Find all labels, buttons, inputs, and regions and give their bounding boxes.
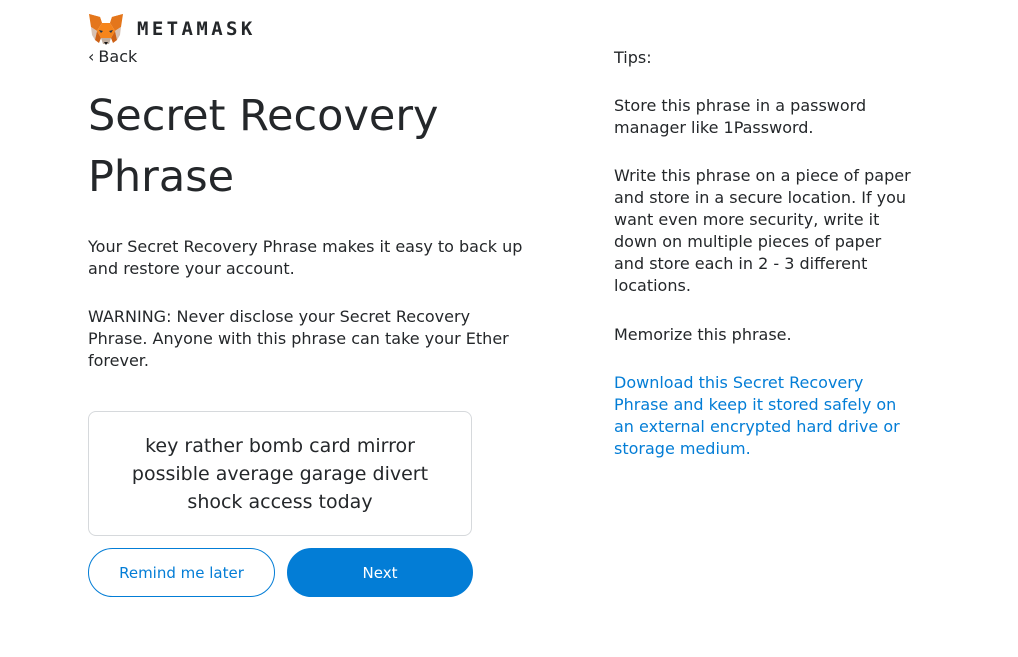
remind-me-later-button[interactable]: Remind me later: [88, 548, 275, 597]
tips-heading: Tips:: [614, 48, 652, 67]
page: METAMASK ‹ Back Secret Recovery Phrase Yo…: [0, 0, 1018, 657]
secret-phrase-text: key rather bomb card mirror possible ave…: [131, 434, 429, 513]
tip-write-paper: Write this phrase on a piece of paper an…: [614, 166, 911, 295]
chevron-left-icon: ‹: [88, 47, 95, 66]
page-title: Secret Recovery Phrase: [88, 91, 439, 202]
warning-text: WARNING: Never disclose your Secret Reco…: [88, 307, 509, 370]
next-button[interactable]: Next: [287, 548, 473, 597]
download-phrase-link[interactable]: Download this Secret Recovery Phrase and…: [614, 372, 914, 460]
back-button[interactable]: ‹ Back: [88, 47, 137, 66]
secret-phrase-box: key rather bomb card mirror possible ave…: [88, 411, 472, 536]
metamask-wordmark: METAMASK: [137, 18, 256, 40]
metamask-logo: METAMASK: [88, 12, 256, 46]
tip-password-manager: Store this phrase in a password manager …: [614, 96, 867, 137]
tip-memorize: Memorize this phrase.: [614, 325, 792, 344]
metamask-fox-icon: [88, 13, 124, 46]
back-label: Back: [98, 47, 138, 66]
description-text: Your Secret Recovery Phrase makes it eas…: [88, 237, 523, 278]
